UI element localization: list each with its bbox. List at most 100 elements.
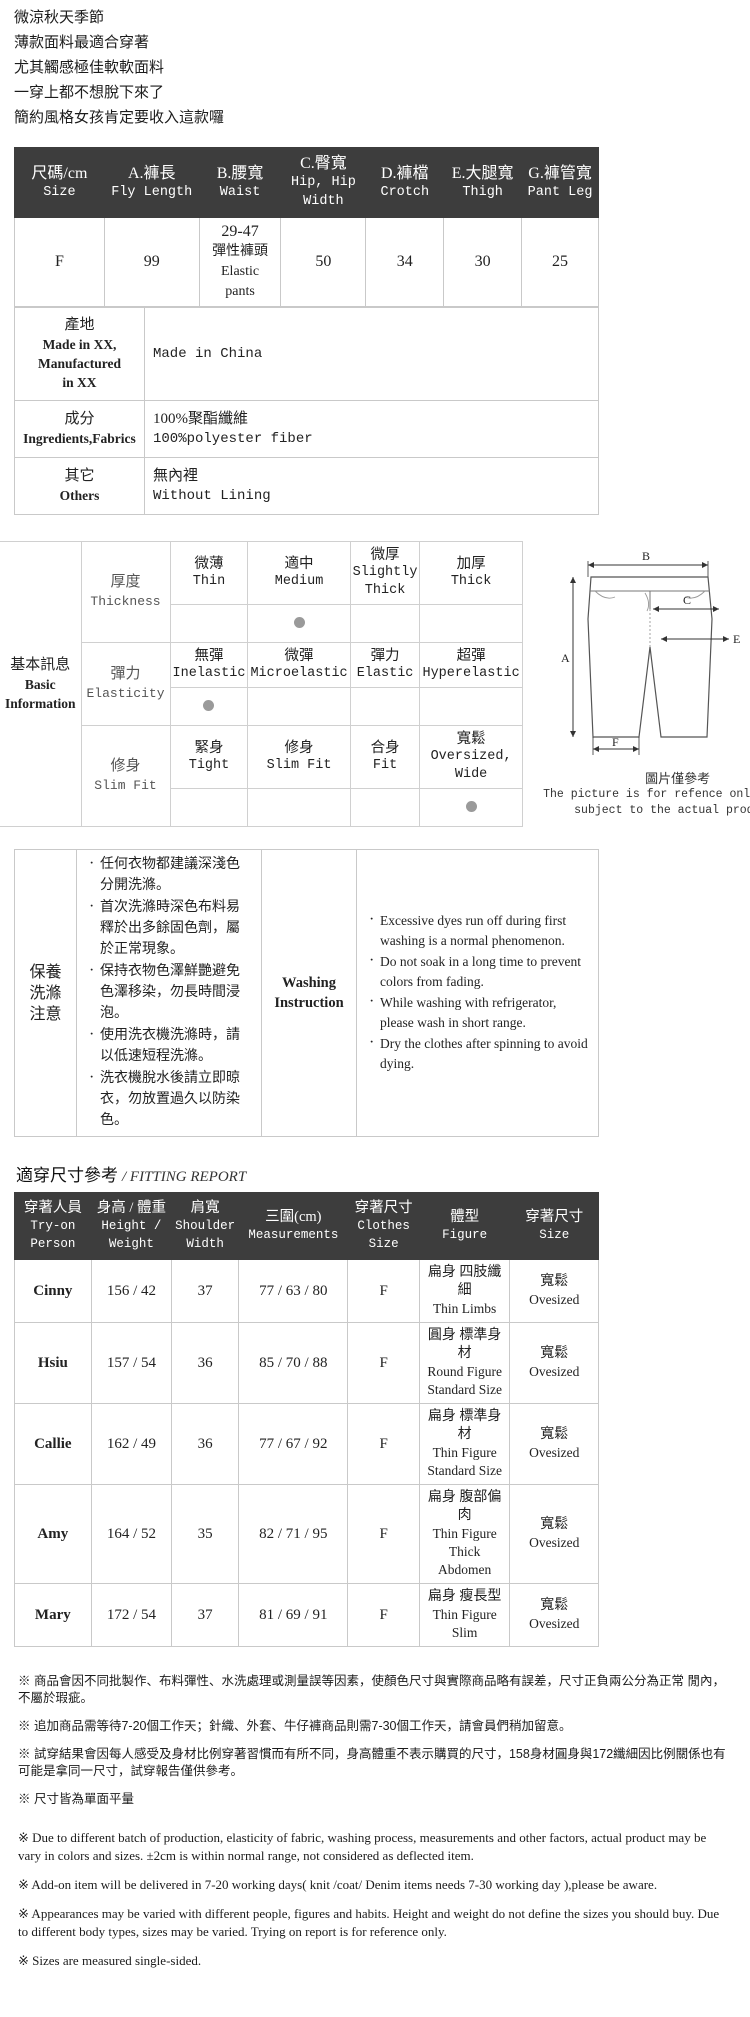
fitting-cell-figure: 扁身 腹部偏肉 Thin Figure Thick Abdomen: [418, 1484, 511, 1584]
intro-line-2: 薄款面料最適合穿著: [14, 34, 150, 51]
thickness-option-medium-en: Medium: [274, 574, 324, 589]
basic-rowlabel-thickness-cn: 厚度: [110, 574, 141, 590]
fitting-cell-measurements: 77 / 67 / 92: [238, 1403, 349, 1485]
info-label-origin: 產地 Made in XX, Manufactured in XX: [14, 307, 145, 401]
spec-cell-size: F: [14, 217, 105, 307]
selection-dot-icon: [380, 801, 391, 812]
fitting-header-height-weight-en: Height / Weight: [101, 1219, 162, 1251]
slimfit-option-oversized[interactable]: 寬鬆 Oversized, Wide: [419, 725, 523, 789]
fitting-report-table: 穿著人員 Try-on Person 身高 / 體重 Height / Weig…: [14, 1192, 599, 1647]
thickness-option-thick[interactable]: 加厚 Thick: [419, 541, 523, 605]
fitting-cell-figure-cn: 圓身 標準身材: [427, 1328, 502, 1361]
spec-cell-waist: 29-47 彈性褲頭 Elastic pants: [198, 217, 282, 307]
svg-text:A: A: [561, 651, 570, 665]
table-row: Callie 162 / 49 36 77 / 67 / 92 F 扁身 標準身…: [14, 1403, 599, 1485]
spec-cell-thigh: 30: [443, 217, 523, 307]
info-label-origin-en1: Made in XX,: [42, 337, 117, 352]
fitting-cell-figure: 扁身 標準身材 Thin Figure Standard Size: [418, 1403, 511, 1485]
fitting-cell-height-weight: 172 / 54: [90, 1583, 173, 1647]
spec-header-waist-cn: B.腰寬: [216, 164, 264, 182]
spec-header-crotch-cn: D.褲檔: [381, 164, 429, 182]
fitting-header-measurements: 三圍(cm) Measurements: [238, 1192, 349, 1260]
selection-dot-icon: [466, 700, 477, 711]
fitting-cell-size-en: Ovesized: [529, 1535, 580, 1550]
basic-information-section: 基本訊息 Basic Information 厚度 Thickness 微薄 T…: [0, 541, 750, 827]
slimfit-option-slim-fit-cn: 修身: [284, 740, 314, 756]
thickness-option-slightly-thick[interactable]: 微厚 Slightly Thick: [349, 541, 421, 605]
thickness-mark-slightly-thick: [349, 604, 421, 643]
elasticity-option-microelastic[interactable]: 微彈 Microelastic: [247, 642, 351, 688]
spec-cell-waist-cn: 彈性褲頭: [212, 244, 269, 259]
fitting-cell-figure-en: Thin Figure: [432, 1607, 497, 1622]
fitting-cell-measurements: 77 / 63 / 80: [238, 1259, 349, 1323]
fitting-cell-size: 寬鬆 Ovesized: [509, 1322, 599, 1404]
pants-measurement-diagram-icon: B A C E F: [561, 549, 740, 755]
slimfit-option-tight[interactable]: 緊身 Tight: [169, 725, 249, 789]
basic-side-label-cn: 基本訊息: [10, 656, 71, 673]
elasticity-option-hyperelastic-cn: 超彈: [456, 648, 486, 664]
spec-header-thigh-cn: E.大腿寬: [451, 164, 514, 182]
selection-dot-icon: [203, 617, 214, 628]
fitting-cell-size-cn: 寬鬆: [540, 1598, 569, 1613]
washing-item-en: Do not soak in a long time to prevent co…: [369, 951, 589, 992]
elasticity-mark-inelastic: [169, 687, 249, 726]
info-value-others-en: Without Lining: [153, 488, 271, 504]
selection-dot-icon: [203, 801, 214, 812]
spec-cell-waist-en2: pants: [225, 284, 255, 299]
thickness-option-medium[interactable]: 適中 Medium: [247, 541, 351, 605]
info-value-ingredients-cn: 100%聚酯纖維: [153, 411, 248, 427]
fitting-cell-height-weight: 157 / 54: [90, 1322, 173, 1404]
washing-side-label-cn-3: 注意: [29, 1005, 62, 1023]
spec-header-waist: B.腰寬 Waist: [198, 147, 282, 218]
elasticity-option-hyperelastic-en: Hyperelastic: [422, 666, 520, 681]
thickness-option-slightly-thick-en: Slightly Thick: [352, 565, 418, 598]
washing-side-label-en-2: Instruction: [274, 995, 344, 1011]
diagram-disclaimer-en2: subject to the actual product.: [574, 804, 750, 817]
thickness-option-thin[interactable]: 微薄 Thin: [169, 541, 249, 605]
basic-rowlabel-slimfit: 修身 Slim Fit: [80, 725, 171, 827]
product-info-table: 產地 Made in XX, Manufactured in XX Made i…: [14, 307, 599, 515]
fitting-header-measurements-en: Measurements: [248, 1228, 339, 1242]
fitting-cell-figure-en2: Standard Size: [427, 1463, 502, 1478]
footer-note-cn: ※ 追加商品需等待7-20個工作天；針織、外套、牛仔褲商品則需7-30個工作天，…: [18, 1719, 572, 1733]
elasticity-option-elastic[interactable]: 彈力 Elastic: [349, 642, 421, 688]
elasticity-option-inelastic[interactable]: 無彈 Inelastic: [169, 642, 249, 688]
selection-dot-icon: [466, 617, 477, 628]
washing-items-cn: 任何衣物都建議深淺色分開洗滌。 首次洗滌時深色布料易釋於出多餘固色劑，屬於正常現…: [82, 853, 256, 1131]
fitting-cell-measurements: 85 / 70 / 88: [238, 1322, 349, 1404]
slimfit-option-fit[interactable]: 合身 Fit: [349, 725, 421, 789]
fitting-header-height-weight-cn: 身高 / 體重: [96, 1200, 167, 1216]
spec-header-hip-cn: C.臀寬: [300, 155, 347, 172]
fitting-header-figure-cn: 體型: [450, 1209, 480, 1225]
fitting-cell-figure-en: Thin Limbs: [432, 1301, 497, 1316]
fitting-header-row: 穿著人員 Try-on Person 身高 / 體重 Height / Weig…: [14, 1192, 599, 1260]
info-label-origin-en2: Manufactured: [38, 356, 121, 371]
elasticity-mark-elastic: [349, 687, 421, 726]
fitting-cell-size: 寬鬆 Ovesized: [509, 1259, 599, 1323]
spec-header-pant-leg: G.褲管寬 Pant Leg: [521, 147, 599, 218]
info-label-others-cn: 其它: [64, 468, 95, 484]
spec-header-hip-en: Hip, Hip Width: [291, 175, 356, 209]
fitting-cell-size-cn: 寬鬆: [540, 1346, 569, 1361]
washing-side-label-en: Washing Instruction: [261, 849, 357, 1137]
basic-rowlabel-elasticity-cn: 彈力: [110, 666, 141, 682]
spec-header-waist-en: Waist: [219, 184, 261, 200]
fitting-header-clothes-size-en: Clothes Size: [357, 1219, 410, 1251]
elasticity-option-hyperelastic[interactable]: 超彈 Hyperelastic: [419, 642, 523, 688]
fitting-header-size-en: Size: [539, 1228, 570, 1242]
fitting-cell-measurements: 82 / 71 / 95: [238, 1484, 349, 1584]
selection-dot-icon: [465, 800, 477, 812]
slimfit-option-slim-fit[interactable]: 修身 Slim Fit: [247, 725, 351, 789]
fitting-cell-figure: 扁身 四肢纖細 Thin Limbs: [418, 1259, 511, 1323]
elasticity-option-microelastic-cn: 微彈: [284, 648, 314, 664]
fitting-cell-figure-cn: 扁身 瘦長型: [427, 1589, 502, 1604]
fitting-cell-size-en: Ovesized: [529, 1616, 580, 1631]
fitting-report-title-cn: 適穿尺寸參考: [16, 1166, 118, 1185]
thickness-option-thin-cn: 微薄: [194, 556, 224, 572]
selection-dot-icon: [203, 699, 215, 711]
basic-row-thickness-options: 基本訊息 Basic Information 厚度 Thickness 微薄 T…: [0, 541, 523, 827]
spec-data-row: F 99 29-47 彈性褲頭 Elastic pants 50 34 30 2…: [14, 217, 599, 307]
info-label-others-en: Others: [59, 488, 100, 503]
fitting-cell-person: Mary: [14, 1583, 92, 1647]
fitting-cell-size: 寬鬆 Ovesized: [509, 1403, 599, 1485]
